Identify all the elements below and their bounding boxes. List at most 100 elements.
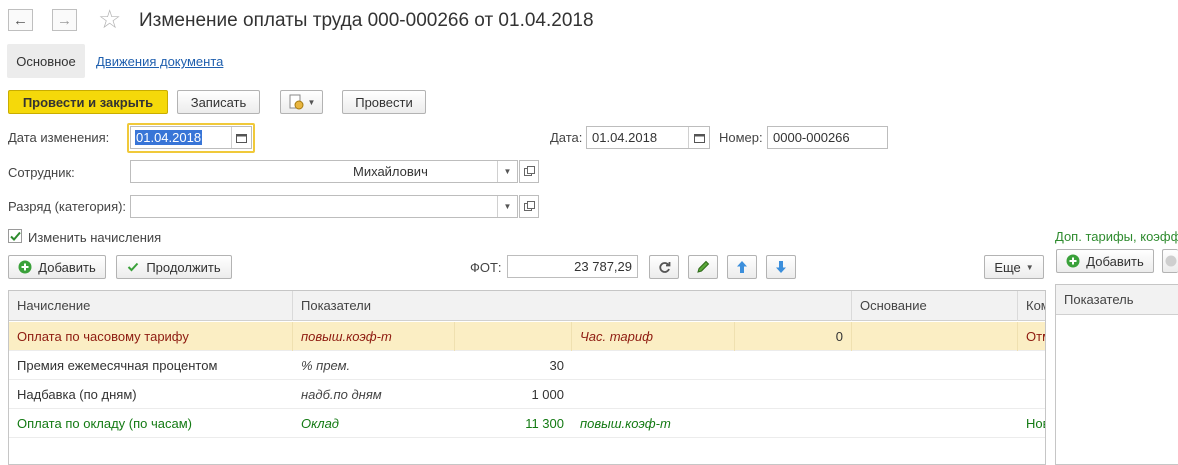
comment-cell[interactable]: [1018, 351, 1045, 380]
column-header-comment[interactable]: Ком: [1018, 291, 1045, 321]
fot-label: ФОТ:: [470, 260, 502, 275]
date-value: 01.04.2018: [592, 130, 658, 145]
back-arrow-icon: ←: [13, 11, 28, 29]
add-accrual-button[interactable]: Добавить: [8, 255, 106, 279]
comment-cell[interactable]: Нов: [1018, 409, 1045, 438]
side-table: Показатель: [1055, 284, 1178, 465]
refresh-icon: [658, 261, 670, 273]
save-button[interactable]: Записать: [177, 90, 260, 114]
column-header-basis[interactable]: Основание: [852, 291, 1018, 321]
more-label: Еще: [994, 259, 1021, 275]
side-panel-title: Доп. тарифы, коэфф: [1055, 229, 1178, 244]
grade-label: Разряд (категория):: [8, 199, 127, 214]
print-dropdown-button[interactable]: ▼: [280, 90, 323, 114]
grade-input[interactable]: [130, 195, 518, 218]
table-header: Начисление Показатели Основание Ком: [9, 291, 1045, 321]
move-down-button[interactable]: [766, 255, 796, 279]
fot-value: 23 787,29: [574, 259, 632, 274]
accrual-cell[interactable]: Оплата по часовому тарифу: [9, 322, 293, 351]
employee-input[interactable]: Михайлович: [130, 160, 518, 183]
grade-dropdown-chevron-icon[interactable]: ▼: [497, 196, 517, 217]
indicator-value-cell[interactable]: [735, 409, 852, 438]
checkmark-icon: [9, 231, 21, 241]
fot-field[interactable]: 23 787,29: [507, 255, 638, 278]
indicator-cell[interactable]: [572, 380, 735, 409]
more-button[interactable]: Еще ▼: [984, 255, 1044, 279]
side-delete-button[interactable]: [1162, 249, 1178, 273]
accruals-table: Начисление Показатели Основание Ком Опла…: [8, 290, 1046, 465]
accrual-cell[interactable]: Надбавка (по дням): [9, 380, 293, 409]
calendar-icon[interactable]: [688, 127, 709, 148]
basis-cell[interactable]: [852, 409, 1018, 438]
number-input[interactable]: 0000-000266: [767, 126, 888, 149]
post-button[interactable]: Провести: [342, 90, 426, 114]
accrual-cell[interactable]: Оплата по окладу (по часам): [9, 409, 293, 438]
check-icon: [128, 262, 139, 272]
indicator-cell[interactable]: [572, 351, 735, 380]
employee-open-button[interactable]: [519, 160, 539, 183]
number-value: 0000-000266: [773, 130, 850, 145]
number-label: Номер:: [719, 130, 763, 145]
side-add-label: Добавить: [1086, 253, 1144, 269]
indicator-cell[interactable]: надб.по дням: [293, 380, 455, 409]
indicator-value-cell[interactable]: [735, 351, 852, 380]
basis-cell[interactable]: [852, 322, 1018, 351]
indicator-value-cell[interactable]: 30: [455, 351, 572, 380]
indicator-cell[interactable]: повыш.коэф-т: [293, 322, 455, 351]
forward-button[interactable]: →: [52, 9, 77, 31]
calendar-icon[interactable]: [231, 127, 251, 148]
indicator-value-cell[interactable]: [455, 322, 572, 351]
add-accrual-label: Добавить: [38, 259, 96, 275]
change-date-label: Дата изменения:: [8, 130, 110, 145]
arrow-down-icon: [776, 261, 786, 273]
side-column-header-indicator[interactable]: Показатель: [1056, 285, 1178, 315]
edit-button[interactable]: [688, 255, 718, 279]
indicator-value-cell[interactable]: 1 000: [455, 380, 572, 409]
indicator-value-cell[interactable]: 0: [735, 322, 852, 351]
table-row[interactable]: Премия ежемесячная процентом % прем. 30: [9, 351, 1045, 380]
table-row[interactable]: Оплата по окладу (по часам) Оклад 11 300…: [9, 409, 1045, 438]
favorite-star-icon[interactable]: ☆: [98, 4, 121, 35]
move-up-button[interactable]: [727, 255, 757, 279]
chevron-down-icon: ▼: [1025, 262, 1034, 272]
date-label: Дата:: [550, 130, 583, 145]
employee-dropdown-chevron-icon[interactable]: ▼: [497, 161, 517, 182]
delete-circle-icon: [1165, 255, 1176, 267]
pencil-icon: [697, 260, 710, 273]
employee-label: Сотрудник:: [8, 165, 75, 180]
comment-cell[interactable]: [1018, 380, 1045, 409]
indicator-cell[interactable]: % прем.: [293, 351, 455, 380]
accrual-cell[interactable]: Премия ежемесячная процентом: [9, 351, 293, 380]
side-add-button[interactable]: Добавить: [1056, 249, 1154, 273]
back-button[interactable]: ←: [8, 9, 33, 31]
continue-label: Продолжить: [146, 259, 221, 275]
indicator-cell[interactable]: Оклад: [293, 409, 455, 438]
column-header-indicators[interactable]: Показатели: [293, 291, 852, 321]
tab-main[interactable]: Основное: [7, 44, 85, 78]
change-accruals-checkbox[interactable]: [8, 229, 22, 243]
arrow-up-icon: [737, 261, 747, 273]
post-and-close-button[interactable]: Провести и закрыть: [8, 90, 168, 114]
forward-arrow-icon: →: [57, 11, 72, 29]
open-form-icon: [523, 166, 535, 176]
chevron-down-icon: ▼: [307, 97, 316, 107]
table-row[interactable]: Надбавка (по дням) надб.по дням 1 000: [9, 380, 1045, 409]
plus-circle-icon: [18, 260, 32, 274]
indicator-value-cell[interactable]: [735, 380, 852, 409]
basis-cell[interactable]: [852, 380, 1018, 409]
plus-circle-icon: [1066, 254, 1080, 268]
open-form-icon: [523, 201, 535, 211]
document-settings-icon: [289, 94, 304, 110]
employee-value: Михайлович: [353, 164, 428, 179]
basis-cell[interactable]: [852, 351, 1018, 380]
comment-cell[interactable]: Отм: [1018, 322, 1045, 351]
table-row[interactable]: Оплата по часовому тарифу повыш.коэф-т Ч…: [9, 322, 1045, 351]
indicator-cell[interactable]: Час. тариф: [572, 322, 735, 351]
column-header-accrual[interactable]: Начисление: [9, 291, 293, 321]
indicator-value-cell[interactable]: 11 300: [455, 409, 572, 438]
indicator-cell[interactable]: повыш.коэф-т: [572, 409, 735, 438]
continue-button[interactable]: Продолжить: [116, 255, 232, 279]
tab-document-movements[interactable]: Движения документа: [96, 54, 223, 69]
refresh-button[interactable]: [649, 255, 679, 279]
grade-open-button[interactable]: [519, 195, 539, 218]
